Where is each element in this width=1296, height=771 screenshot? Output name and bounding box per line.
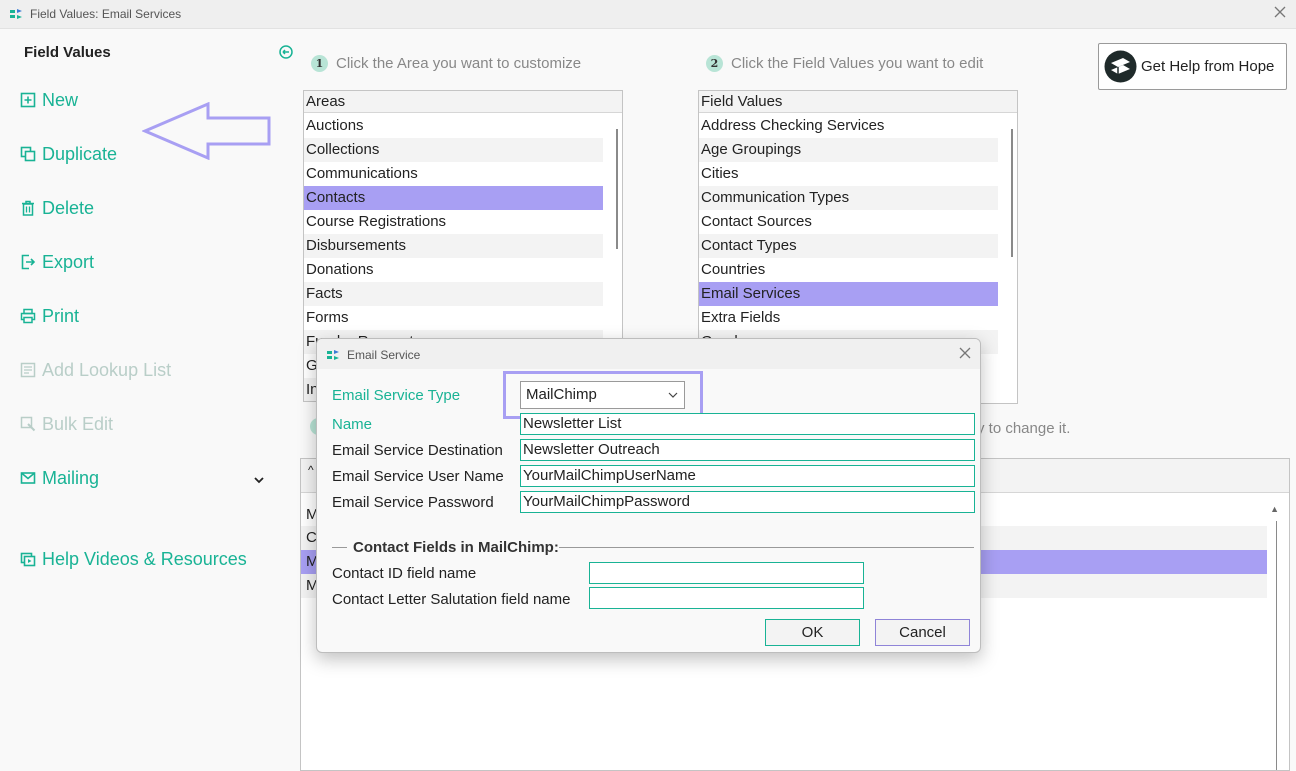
sidebar-item-new[interactable]: New (20, 87, 78, 113)
sidebar-item-label: Export (42, 251, 95, 272)
window-close-icon[interactable] (1272, 4, 1288, 20)
plus-square-icon (20, 92, 36, 108)
name-label: Name (332, 416, 373, 433)
areas-scrollbar[interactable] (616, 129, 618, 249)
get-help-label: Get Help from Hope (1141, 58, 1275, 75)
step-2-heading: 2 Click the Field Values you want to edi… (706, 55, 983, 72)
step-1-heading: 1 Click the Area you want to customize (311, 55, 581, 72)
app-logo-icon (327, 350, 339, 360)
email-service-dialog: Email Service Email Service Type MailChi… (316, 338, 981, 653)
list-item[interactable]: Forms (304, 306, 603, 330)
list-item[interactable]: Extra Fields (699, 306, 998, 330)
get-help-button[interactable]: Get Help from Hope (1098, 43, 1287, 90)
divider (332, 547, 347, 548)
grid-scrollbar[interactable] (1276, 521, 1277, 770)
sidebar-item-print[interactable]: Print (20, 303, 79, 329)
areas-list-header: Areas (304, 91, 622, 113)
list-item[interactable]: Address Checking Services (699, 114, 998, 138)
list-item[interactable]: Course Registrations (304, 210, 603, 234)
list-item-selected[interactable]: Contacts (304, 186, 603, 210)
list-item[interactable]: Cities (699, 162, 998, 186)
sidebar-item-duplicate[interactable]: Duplicate (20, 141, 117, 167)
list-item[interactable]: Donations (304, 258, 603, 282)
mailing-icon (20, 472, 36, 484)
sidebar-item-label: Print (42, 305, 80, 326)
list-item-selected[interactable]: Email Services (699, 282, 998, 306)
video-icon (20, 552, 36, 567)
destination-label: Email Service Destination (332, 442, 503, 459)
step-3-hint: ry to change it. (972, 420, 1071, 437)
list-item[interactable]: Collections (304, 138, 603, 162)
divider (559, 547, 974, 548)
step-number-badge: 2 (706, 55, 723, 72)
printer-icon (20, 308, 36, 324)
field-values-list-header: Field Values (699, 91, 1017, 113)
export-icon (21, 254, 36, 270)
list-item[interactable]: Contact Types (699, 234, 998, 258)
list-item[interactable]: Auctions (304, 114, 603, 138)
dialog-close-icon[interactable] (958, 346, 972, 360)
ok-button[interactable]: OK (765, 619, 860, 646)
list-item[interactable]: Communications (304, 162, 603, 186)
contact-id-field[interactable] (589, 562, 864, 584)
sort-indicator[interactable]: ^ (308, 463, 314, 477)
collapse-sidebar-icon[interactable] (279, 45, 293, 59)
sidebar-item-mailing[interactable]: Mailing (20, 465, 99, 491)
service-type-select[interactable]: MailChimp (520, 381, 685, 409)
destination-field[interactable]: Newsletter Outreach (520, 439, 975, 461)
sidebar-item-export[interactable]: Export (20, 249, 94, 275)
hope-logo-icon (1104, 50, 1137, 83)
sidebar-item-add-lookup-list: Add Lookup List (20, 357, 171, 383)
sidebar: Field Values New Duplicate Delete Export… (0, 30, 300, 771)
password-field[interactable]: YourMailChimpPassword (520, 491, 975, 513)
bulk-edit-icon (20, 416, 36, 432)
service-type-value: MailChimp (526, 386, 597, 403)
list-item[interactable]: Contact Sources (699, 210, 998, 234)
lookup-list-icon (20, 362, 36, 378)
list-item[interactable]: Age Groupings (699, 138, 998, 162)
cancel-button[interactable]: Cancel (875, 619, 970, 646)
step-number-badge: 1 (311, 55, 328, 72)
sidebar-item-bulk-edit: Bulk Edit (20, 411, 113, 437)
sidebar-item-help-videos[interactable]: Help Videos & Resources (20, 546, 247, 572)
chevron-down-icon[interactable] (252, 473, 266, 487)
user-name-field[interactable]: YourMailChimpUserName (520, 465, 975, 487)
step-1-text: Click the Area you want to customize (336, 55, 582, 72)
window-titlebar: Field Values: Email Services (0, 0, 1296, 29)
step-2-text: Click the Field Values you want to edit (731, 55, 984, 72)
sidebar-item-label: Add Lookup List (42, 359, 172, 380)
scroll-up-icon[interactable]: ▲ (1270, 504, 1279, 514)
trash-icon (22, 200, 34, 216)
sidebar-item-label: Bulk Edit (42, 413, 114, 434)
duplicate-icon (20, 146, 36, 162)
list-item[interactable]: Facts (304, 282, 603, 306)
sidebar-item-label: Help Videos & Resources (42, 548, 247, 569)
list-item[interactable]: Communication Types (699, 186, 998, 210)
pointer-arrow-annotation (142, 102, 271, 160)
dialog-title: Email Service (347, 348, 421, 362)
user-name-label: Email Service User Name (332, 468, 504, 485)
chevron-down-icon (668, 392, 678, 398)
service-type-label: Email Service Type (332, 387, 461, 404)
sidebar-item-label: Mailing (42, 467, 100, 488)
dialog-titlebar: Email Service (317, 339, 980, 369)
contact-id-label: Contact ID field name (332, 565, 477, 582)
sidebar-item-label: New (42, 89, 79, 110)
list-item[interactable]: Countries (699, 258, 998, 282)
app-logo-icon (10, 9, 22, 19)
list-item[interactable]: Disbursements (304, 234, 603, 258)
sidebar-item-label: Delete (42, 197, 95, 218)
contact-fields-title: Contact Fields in MailChimp: (353, 539, 559, 556)
name-field[interactable]: Newsletter List (520, 413, 975, 435)
sidebar-item-delete[interactable]: Delete (20, 195, 94, 221)
password-label: Email Service Password (332, 494, 494, 511)
salutation-field[interactable] (589, 587, 864, 609)
window-title: Field Values: Email Services (30, 7, 182, 21)
salutation-label: Contact Letter Salutation field name (332, 591, 571, 608)
field-values-scrollbar[interactable] (1011, 129, 1013, 257)
sidebar-title: Field Values (24, 44, 111, 61)
sidebar-item-label: Duplicate (42, 143, 118, 164)
